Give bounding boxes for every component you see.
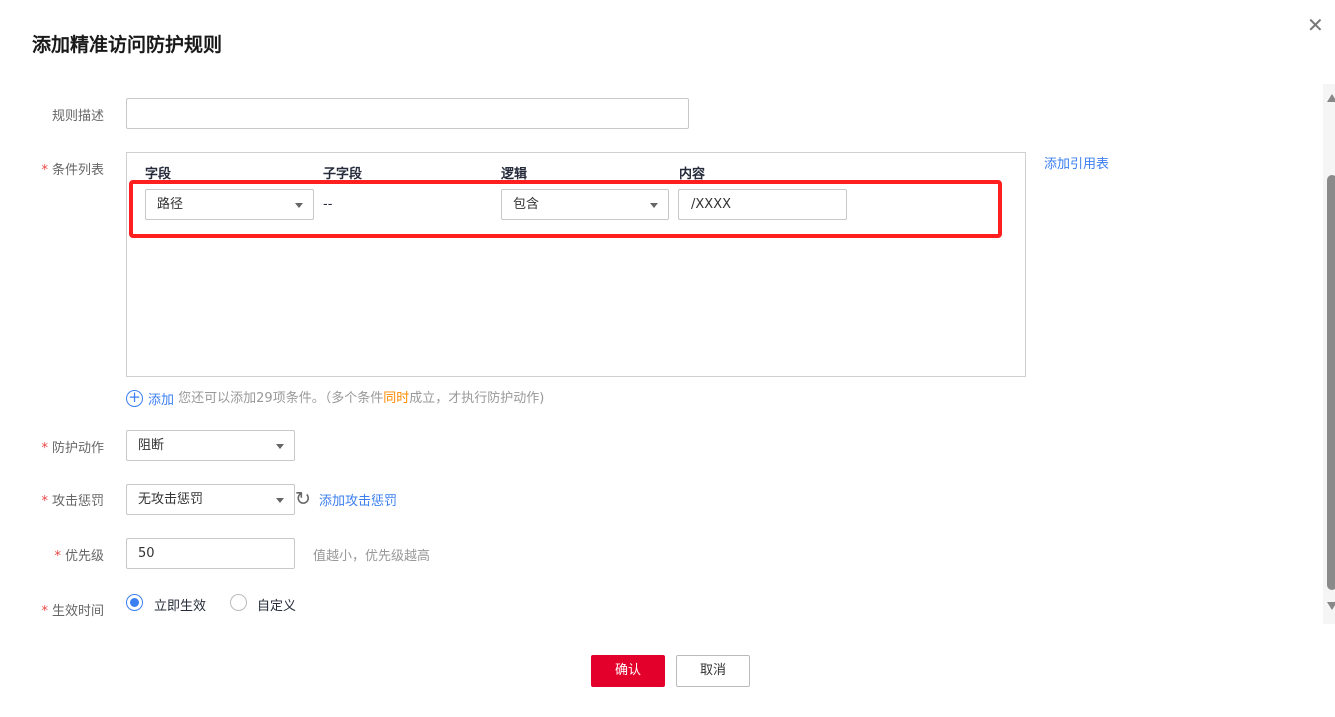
action-label: * 防护动作	[41, 441, 104, 456]
logic-select[interactable]: 包含	[501, 189, 669, 220]
penalty-select[interactable]: 无攻击惩罚	[126, 484, 295, 515]
penalty-label: * 攻击惩罚	[41, 494, 104, 509]
hint-prefix: 您还可以添加29项条件。（多个条件	[178, 391, 384, 406]
radio-immediate-label[interactable]: 立即生效	[154, 595, 206, 614]
action-select[interactable]: 阻断	[126, 430, 295, 461]
priority-label: * 优先级	[54, 549, 104, 564]
scrollbar-track[interactable]	[1323, 84, 1335, 624]
hint-highlight: 同时	[383, 391, 410, 406]
priority-input[interactable]: 50	[126, 538, 295, 569]
add-penalty-link[interactable]: 添加攻击惩罚	[319, 490, 397, 509]
priority-hint: 值越小，优先级越高	[313, 549, 431, 564]
scroll-up-icon[interactable]	[1327, 94, 1335, 102]
description-input[interactable]	[126, 98, 689, 129]
conditions-label: * 条件列表	[41, 163, 104, 178]
add-condition-button[interactable]: + 添加	[126, 389, 174, 408]
radio-immediate[interactable]	[126, 594, 143, 611]
effective-label: * 生效时间	[41, 604, 104, 619]
cancel-button[interactable]: 取消	[676, 655, 750, 687]
close-icon[interactable]: ✕	[1307, 13, 1324, 37]
hint-suffix: 成立，才执行防护动作)	[409, 391, 545, 406]
content-input[interactable]: /XXXX	[678, 189, 847, 220]
add-reference-table-link[interactable]: 添加引用表	[1044, 153, 1109, 172]
refresh-icon[interactable]: ↻	[295, 488, 311, 510]
plus-circle-icon: +	[126, 390, 143, 407]
description-label: 规则描述	[51, 109, 104, 124]
radio-custom-label[interactable]: 自定义	[257, 595, 296, 614]
radio-custom[interactable]	[230, 594, 247, 611]
add-condition-row: + 添加 您还可以添加29项条件。（多个条件同时成立，才执行防护动作)	[126, 387, 544, 408]
scroll-down-icon[interactable]	[1327, 602, 1335, 610]
dialog-title: 添加精准访问防护规则	[32, 34, 223, 56]
confirm-button[interactable]: 确认	[591, 655, 665, 687]
field-select[interactable]: 路径	[145, 189, 314, 220]
subfield-value: --	[323, 197, 333, 212]
scrollbar-thumb[interactable]	[1327, 175, 1335, 590]
